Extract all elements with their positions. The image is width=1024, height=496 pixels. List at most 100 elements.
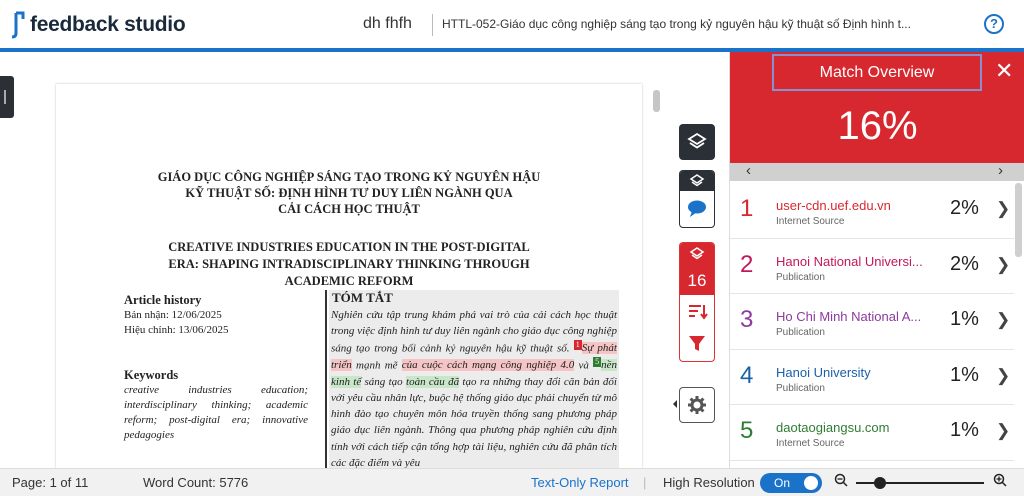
settings-button[interactable] xyxy=(679,387,715,423)
status-bar: Page: 1 of 11 Word Count: 5776 Text-Only… xyxy=(0,468,1024,496)
summary-column: TÓM TẮT Nghiên cứu tập trung khám phá va… xyxy=(329,290,619,468)
close-icon[interactable]: ✕ xyxy=(995,60,1013,82)
logo-text: feedback studio xyxy=(30,13,186,36)
panel-pager: ‹ › xyxy=(730,162,1024,181)
comments-layer-button[interactable] xyxy=(679,170,715,228)
keywords-heading: Keywords xyxy=(124,368,179,382)
received-date: Bản nhận: 12/06/2025 xyxy=(124,309,222,321)
page-indicator: Page: 1 of 11 xyxy=(12,475,89,490)
match-source[interactable]: Hanoi University xyxy=(776,365,871,380)
match-row[interactable]: 3 Ho Chi Minh National A... Publication 1% ❯ xyxy=(730,294,1014,350)
match-type: Publication xyxy=(776,327,825,338)
match-number: 2 xyxy=(740,250,754,278)
layers-icon xyxy=(689,247,705,260)
vn-title-line: CẢI CÁCH HỌC THUẬT xyxy=(278,202,420,216)
summary-segment: mạnh mẽ xyxy=(351,359,402,372)
chevron-right-icon[interactable]: ❯ xyxy=(996,199,1010,219)
chevron-right-icon[interactable]: ❯ xyxy=(996,366,1010,386)
match-number: 5 xyxy=(740,417,754,444)
vn-title-line: KỸ THUẬT SỐ: ĐỊNH HÌNH TƯ DUY LIÊN NGÀNH… xyxy=(185,186,513,200)
match-overview-panel: Match Overview ✕ 16% ‹ › 1 user-cdn.uef.e… xyxy=(729,52,1024,468)
layers-icon xyxy=(689,174,705,187)
document-title: HTTL-052-Giáo dục công nghiệp sáng tạo t… xyxy=(442,17,911,31)
word-count: Word Count: 5776 xyxy=(143,475,249,490)
prev-icon[interactable]: ‹ xyxy=(746,162,751,179)
chevron-right-icon[interactable]: ❯ xyxy=(996,421,1010,441)
match-count-badge: 16 xyxy=(687,271,707,290)
match-list: 1 user-cdn.uef.edu.vn Internet Source 2% ❯ 2 H… xyxy=(730,183,1014,461)
match-row[interactable]: 4 Hanoi University Publication 1% ❯ xyxy=(730,350,1014,405)
match-type: Internet Source xyxy=(776,216,845,227)
toggle-label: On xyxy=(774,476,791,490)
article-history-heading: Article history xyxy=(124,293,202,307)
en-title-line: CREATIVE INDUSTRIES EDUCATION IN THE POS… xyxy=(168,240,530,254)
similarity-percent: 16% xyxy=(837,104,918,148)
match-highlight[interactable]: của cuộc cách mạng công nghiệp 4.0 xyxy=(401,359,575,372)
match-source[interactable]: Hanoi National Universi... xyxy=(776,254,923,269)
summary-segment: và xyxy=(574,359,594,372)
match-row[interactable]: 1 user-cdn.uef.edu.vn Internet Source 2% ❯ xyxy=(730,183,1014,239)
document-viewer: GIÁO DỤC CÔNG NGHIỆP SÁNG TẠO TRONG KỶ N… xyxy=(0,56,729,468)
match-percent: 1% xyxy=(950,308,979,330)
match-row[interactable]: 5 daotaogiangsu.com Internet Source 1% ❯ xyxy=(730,405,1014,461)
match-list-button[interactable] xyxy=(680,295,714,329)
summary-divider xyxy=(325,290,327,468)
match-marker-1[interactable]: 1 xyxy=(573,339,582,350)
match-type: Publication xyxy=(776,271,825,283)
match-marker-5[interactable]: 5 xyxy=(593,356,602,367)
match-number: 4 xyxy=(740,361,754,389)
english-title: CREATIVE INDUSTRIES EDUCATION IN THE POS… xyxy=(56,239,642,290)
zoom-out-icon[interactable] xyxy=(834,473,848,492)
revised-date: Hiệu chỉnh: 13/06/2025 xyxy=(124,324,229,336)
gear-icon xyxy=(688,396,706,414)
high-resolution-label: High Resolution xyxy=(663,475,755,490)
summary-text: Nghiên cứu tập trung khám phá vai trò củ… xyxy=(331,307,617,468)
next-icon[interactable]: › xyxy=(998,162,1003,179)
keywords-text: creative industries education; interdisc… xyxy=(124,384,308,441)
app-header: feedback studio dh fhfh HTTL-052-Giáo dụ… xyxy=(0,0,1024,52)
match-source[interactable]: daotaogiangsu.com xyxy=(776,420,889,435)
similarity-layer-button[interactable]: 16 xyxy=(679,242,715,362)
article-meta-column: Article history Bản nhận: 12/06/2025 Hiệ… xyxy=(124,293,308,443)
vietnamese-title: GIÁO DỤC CÔNG NGHIỆP SÁNG TẠO TRONG KỶ N… xyxy=(56,169,642,217)
high-resolution-toggle[interactable]: On xyxy=(760,473,822,493)
match-list-scrollbar[interactable] xyxy=(1015,183,1022,257)
panel-header: Match Overview ✕ 16% xyxy=(730,52,1024,163)
match-percent: 1% xyxy=(950,419,979,441)
header-divider xyxy=(432,14,433,36)
match-highlight[interactable]: toàn cầu đã xyxy=(406,375,460,388)
match-type: Internet Source xyxy=(776,438,845,449)
help-icon[interactable]: ? xyxy=(984,14,1004,34)
layers-icon xyxy=(687,132,707,149)
match-number: 1 xyxy=(740,195,754,222)
match-type: Publication xyxy=(776,382,825,394)
filter-button[interactable] xyxy=(680,329,714,361)
zoom-slider-handle[interactable] xyxy=(874,477,886,489)
match-percent: 1% xyxy=(950,363,979,386)
zoom-in-icon[interactable] xyxy=(993,473,1007,492)
logo-icon xyxy=(8,11,26,39)
match-source[interactable]: user-cdn.uef.edu.vn xyxy=(776,198,891,213)
layers-button[interactable] xyxy=(679,124,715,160)
toggle-knob xyxy=(804,476,818,490)
chevron-right-icon[interactable]: ❯ xyxy=(996,310,1010,330)
comment-icon xyxy=(688,200,706,217)
document-scrollbar[interactable] xyxy=(653,90,660,112)
match-overview-title[interactable]: Match Overview xyxy=(772,54,982,91)
match-row[interactable]: 2 Hanoi National Universi... Publication 2%… xyxy=(730,239,1014,294)
summary-heading: TÓM TẮT xyxy=(332,290,393,305)
author-name: dh fhfh xyxy=(363,15,412,32)
text-only-report-link[interactable]: Text-Only Report xyxy=(531,475,629,490)
chevron-right-icon[interactable]: ❯ xyxy=(996,255,1010,275)
summary-segment: sáng tạo xyxy=(361,375,407,388)
feedback-studio-logo[interactable]: feedback studio xyxy=(8,11,186,39)
left-drawer-handle[interactable] xyxy=(0,76,14,118)
footer-divider: | xyxy=(643,475,647,490)
vn-title-line: GIÁO DỤC CÔNG NGHIỆP SÁNG TẠO TRONG KỶ N… xyxy=(157,170,541,184)
match-source[interactable]: Ho Chi Minh National A... xyxy=(776,309,921,324)
settings-pointer xyxy=(673,400,677,408)
filter-icon xyxy=(689,336,705,351)
en-title-line: ERA: SHAPING INTRADISCIPLINARY THINKING … xyxy=(168,257,530,271)
match-percent: 2% xyxy=(950,252,979,275)
match-number: 3 xyxy=(740,306,754,333)
